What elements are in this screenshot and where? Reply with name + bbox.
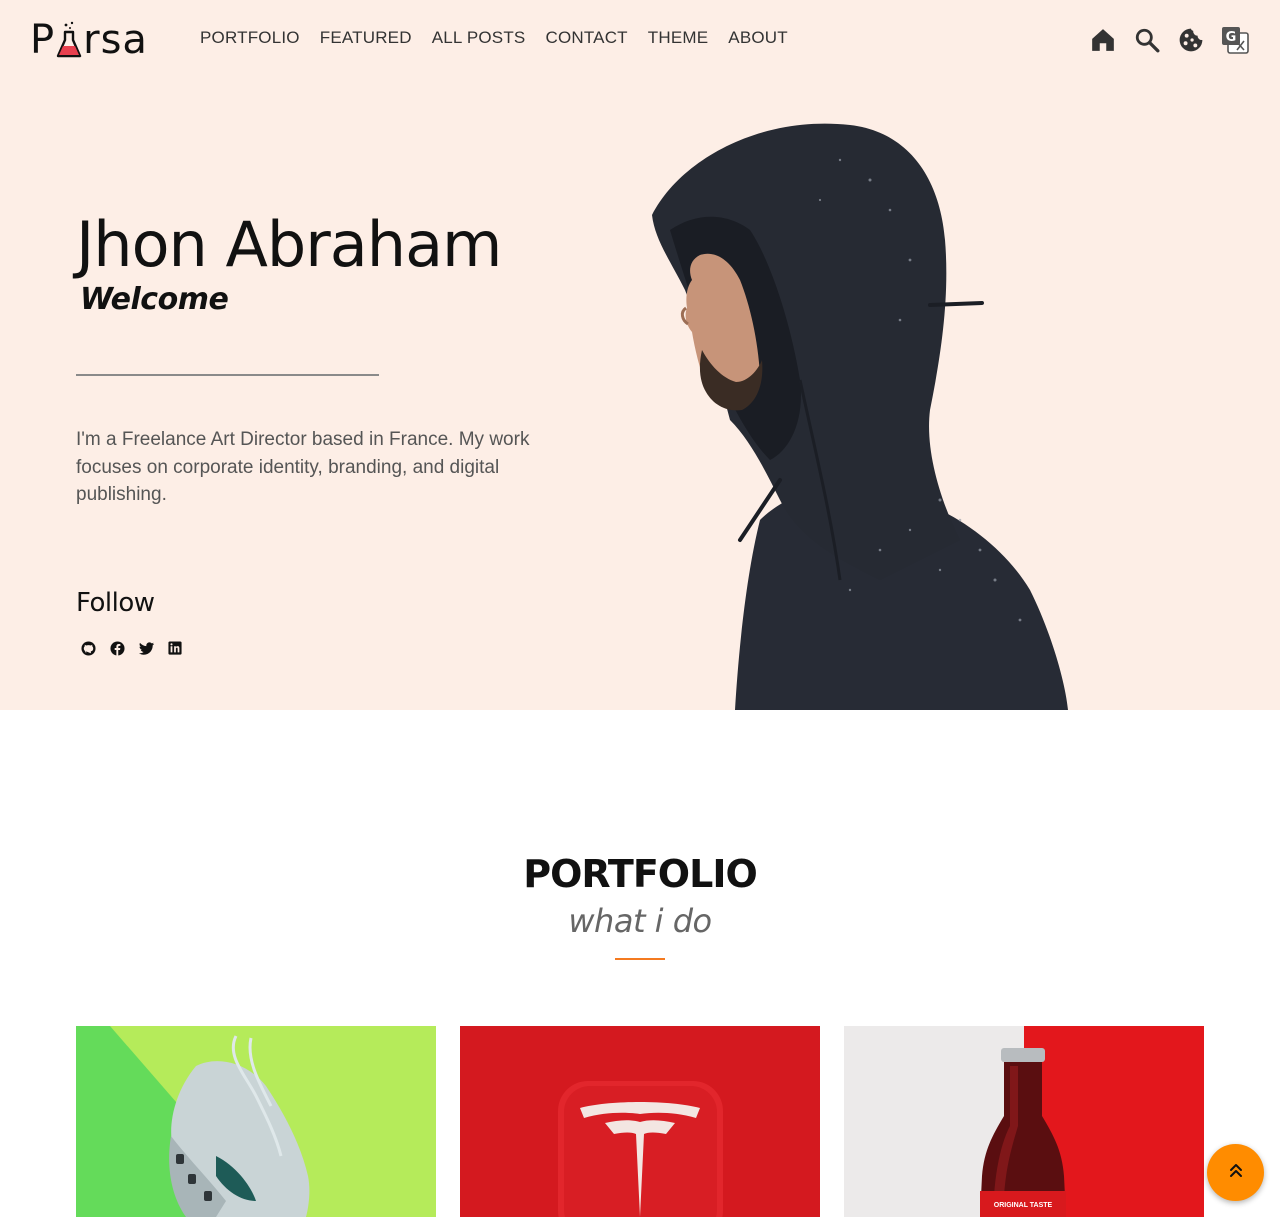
nav-contact[interactable]: CONTACT — [535, 28, 637, 48]
svg-text:G: G — [1226, 30, 1237, 45]
hero-description: I'm a Freelance Art Director based in Fr… — [76, 429, 530, 505]
translate-icon[interactable]: G — [1220, 24, 1250, 56]
flask-icon — [56, 20, 82, 60]
portfolio-card-sneaker[interactable] — [76, 1026, 436, 1217]
main-nav: PORTFOLIO FEATURED ALL POSTS CONTACT THE… — [190, 28, 798, 48]
cookie-icon[interactable] — [1176, 24, 1206, 56]
search-icon[interactable] — [1132, 24, 1162, 56]
hero-name: Jhon Abraham — [76, 208, 502, 281]
logo-text-end: rsa — [83, 17, 148, 63]
nav-theme[interactable]: THEME — [638, 28, 719, 48]
double-chevron-up-icon — [1229, 1162, 1243, 1183]
nav-featured[interactable]: FEATURED — [310, 28, 422, 48]
portfolio-subtitle: what i do — [568, 902, 712, 940]
site-logo[interactable]: P rsa — [30, 14, 148, 66]
logo-text-start: P — [30, 17, 56, 63]
facebook-icon[interactable] — [109, 640, 125, 656]
home-icon[interactable] — [1088, 24, 1118, 56]
linkedin-icon[interactable] — [167, 640, 183, 656]
hero-subtitle: Welcome — [80, 282, 229, 317]
portfolio-card-cola[interactable]: ORIGINAL TASTE — [844, 1026, 1204, 1217]
site-header: P rsa PORTFOLIO FEATURED ALL POSTS CONTA… — [0, 0, 1280, 80]
follow-heading: Follow — [76, 588, 155, 618]
twitter-icon[interactable] — [138, 640, 154, 656]
hero-divider — [76, 374, 379, 376]
hero-section: Jhon Abraham Welcome I'm a Freelance Art… — [0, 80, 1280, 710]
nav-all-posts[interactable]: ALL POSTS — [422, 28, 536, 48]
hero-portrait-image — [640, 120, 1080, 710]
nav-about[interactable]: ABOUT — [718, 28, 798, 48]
social-links — [80, 640, 183, 656]
nav-portfolio[interactable]: PORTFOLIO — [190, 28, 310, 48]
scroll-to-top-button[interactable] — [1207, 1144, 1264, 1201]
portfolio-accent-line — [615, 958, 665, 960]
portfolio-title: PORTFOLIO — [523, 852, 758, 896]
cola-label-text: ORIGINAL TASTE — [994, 1202, 1053, 1209]
header-toolbar: G — [1088, 24, 1250, 56]
portfolio-card-tesla[interactable] — [460, 1026, 820, 1217]
github-icon[interactable] — [80, 640, 96, 656]
